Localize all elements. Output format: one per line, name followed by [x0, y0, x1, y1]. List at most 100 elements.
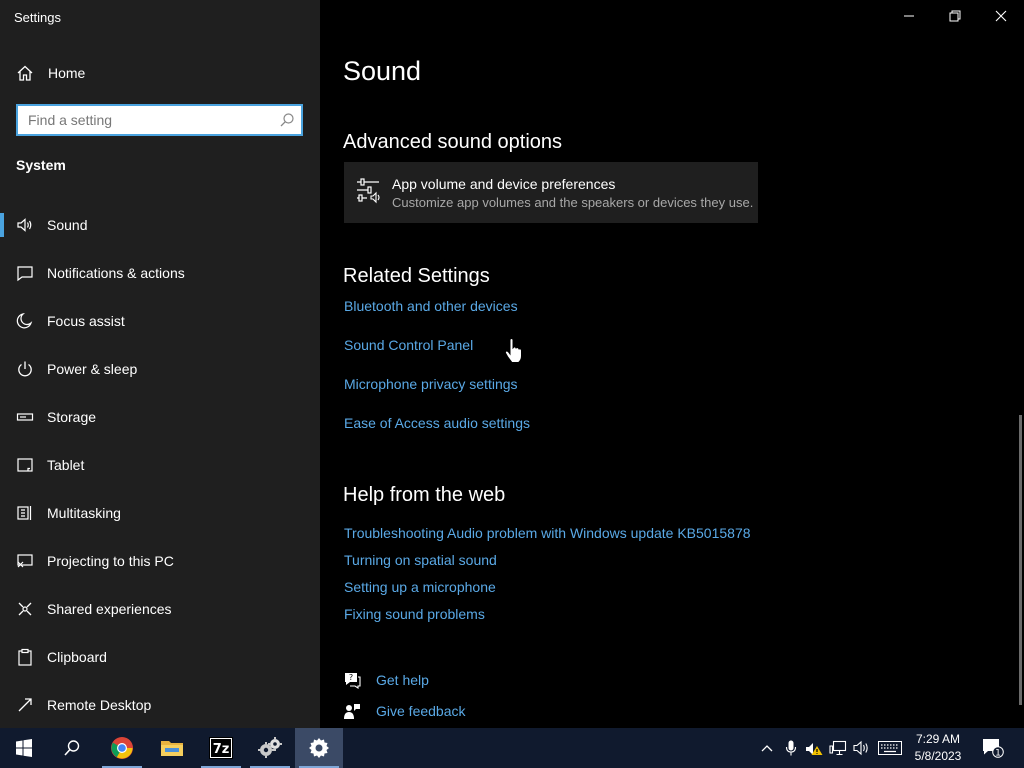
clock-date: 5/8/2023: [914, 749, 962, 763]
sidebar-item-sound[interactable]: Sound: [0, 201, 320, 249]
microphone-tray-button[interactable]: [780, 728, 802, 768]
sidebar-item-label: Power & sleep: [47, 361, 138, 377]
restore-icon: [949, 10, 961, 22]
volume-icon: [853, 740, 868, 756]
sidebar-item-label: Remote Desktop: [47, 697, 152, 713]
sidebar-item-shared-experiences[interactable]: Shared experiences: [0, 585, 320, 633]
get-help-link[interactable]: ? Get help: [343, 671, 429, 689]
related-settings-heading: Related Settings: [343, 265, 490, 287]
chrome-icon: [111, 737, 133, 759]
gears-app-taskbar-button[interactable]: [246, 728, 294, 768]
fixing-sound-link[interactable]: Fixing sound problems: [344, 606, 485, 622]
sidebar-item-notifications[interactable]: Notifications & actions: [0, 249, 320, 297]
clock-button[interactable]: 7:29 AM 5/8/2023: [905, 731, 971, 765]
file-explorer-icon: [161, 741, 183, 756]
network-tray-button[interactable]: [827, 728, 849, 768]
sidebar-item-label: Storage: [47, 409, 97, 425]
home-icon: [17, 65, 33, 81]
action-center-button[interactable]: 1: [978, 728, 1008, 768]
sidebar-item-label: Projecting to this PC: [47, 553, 174, 569]
microphone-privacy-link[interactable]: Microphone privacy settings: [344, 376, 518, 392]
troubleshooting-audio-link[interactable]: Troubleshooting Audio problem with Windo…: [344, 525, 751, 541]
clock-time: 7:29 AM: [915, 732, 961, 746]
close-button[interactable]: [978, 0, 1024, 32]
projecting-icon: [16, 552, 34, 570]
minimize-icon: [904, 15, 914, 17]
7zip-taskbar-button[interactable]: 7z: [197, 728, 245, 768]
chat-help-icon: ?: [345, 673, 361, 689]
setup-microphone-link[interactable]: Setting up a microphone: [344, 579, 496, 595]
give-feedback-link[interactable]: Give feedback: [343, 702, 466, 720]
ease-of-access-audio-link[interactable]: Ease of Access audio settings: [344, 415, 530, 431]
find-setting-search[interactable]: [16, 104, 303, 136]
card-title: App volume and device preferences: [392, 176, 616, 192]
search-icon[interactable]: [279, 112, 295, 128]
card-subtitle: Customize app volumes and the speakers o…: [392, 195, 754, 210]
start-button[interactable]: [0, 728, 48, 768]
storage-icon: [16, 408, 34, 426]
sidebar-item-label: Shared experiences: [47, 601, 172, 617]
settings-taskbar-button[interactable]: [295, 728, 343, 768]
system-nav-list: Sound Notifications & actions Focus assi…: [0, 201, 320, 729]
network-warning-icon: [806, 743, 823, 755]
home-label: Home: [48, 65, 86, 81]
microphone-icon: [785, 740, 797, 756]
taskbar-search-button[interactable]: [48, 728, 96, 768]
shared-icon: [16, 600, 34, 618]
restore-button[interactable]: [932, 0, 978, 32]
feedback-person-icon: [344, 704, 360, 719]
hand-cursor-icon: [504, 338, 522, 363]
search-icon: [64, 740, 80, 756]
get-help-label: Get help: [376, 672, 429, 688]
minimize-button[interactable]: [886, 0, 932, 32]
svg-text:7z: 7z: [213, 742, 230, 757]
sidebar-item-tablet[interactable]: Tablet: [0, 441, 320, 489]
moon-icon: [16, 312, 34, 330]
notification-count: 1: [995, 749, 1001, 759]
chrome-taskbar-button[interactable]: [98, 728, 146, 768]
chevron-up-icon: [761, 745, 773, 752]
taskbar: 7z 7:29 AM 5/8/2023 1: [0, 728, 1024, 768]
sidebar-item-label: Focus assist: [47, 313, 125, 329]
ethernet-icon: [829, 740, 847, 756]
multitasking-icon: [16, 504, 34, 522]
clipboard-icon: [16, 648, 34, 666]
help-from-web-heading: Help from the web: [343, 484, 506, 506]
spatial-sound-link[interactable]: Turning on spatial sound: [344, 552, 497, 568]
close-icon: [995, 10, 1007, 22]
settings-gears-icon: [258, 737, 282, 758]
give-feedback-label: Give feedback: [376, 703, 466, 719]
speaker-icon: [16, 216, 34, 234]
bluetooth-devices-link[interactable]: Bluetooth and other devices: [344, 298, 518, 314]
section-label: System: [16, 157, 66, 173]
volume-tray-button[interactable]: [851, 728, 873, 768]
vertical-scrollbar[interactable]: [1019, 415, 1022, 705]
notification-icon: [16, 264, 34, 282]
sound-control-panel-link[interactable]: Sound Control Panel: [344, 337, 473, 353]
app-volume-preferences-card[interactable]: App volume and device preferences Custom…: [344, 162, 758, 223]
remote-desktop-icon: [16, 696, 34, 714]
svg-text:?: ?: [349, 673, 353, 682]
show-hidden-icons-button[interactable]: [756, 728, 778, 768]
sidebar-item-label: Multitasking: [47, 505, 121, 521]
action-center-icon: 1: [983, 739, 1004, 759]
sidebar-item-remote-desktop[interactable]: Remote Desktop: [0, 681, 320, 729]
page-title: Sound: [343, 56, 422, 86]
keyboard-icon: [878, 741, 902, 755]
search-input[interactable]: [18, 106, 278, 134]
sidebar-item-clipboard[interactable]: Clipboard: [0, 633, 320, 681]
sidebar-item-multitasking[interactable]: Multitasking: [0, 489, 320, 537]
sidebar-item-label: Notifications & actions: [47, 265, 185, 281]
touch-keyboard-tray-button[interactable]: [876, 728, 904, 768]
network-warning-tray-button[interactable]: [803, 728, 825, 768]
settings-icon: [309, 738, 329, 758]
settings-sidebar: Settings Home System Sound Notifications…: [0, 0, 320, 728]
sidebar-item-focus-assist[interactable]: Focus assist: [0, 297, 320, 345]
sidebar-item-power-sleep[interactable]: Power & sleep: [0, 345, 320, 393]
file-explorer-taskbar-button[interactable]: [148, 728, 196, 768]
sidebar-item-storage[interactable]: Storage: [0, 393, 320, 441]
sidebar-item-projecting[interactable]: Projecting to this PC: [0, 537, 320, 585]
home-nav-item[interactable]: Home: [16, 62, 85, 84]
advanced-options-heading: Advanced sound options: [343, 131, 563, 153]
sliders-speaker-icon: [357, 178, 380, 204]
